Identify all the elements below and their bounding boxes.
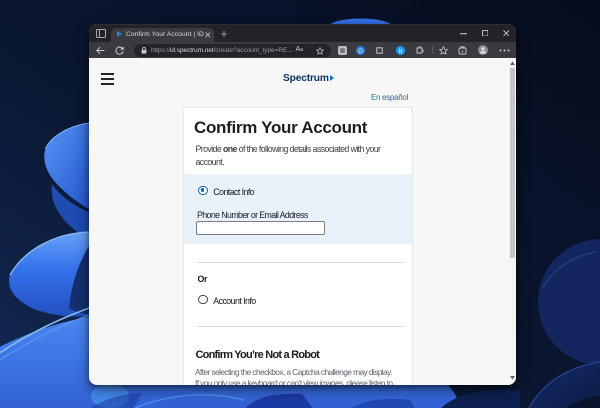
svg-text:b: b	[398, 47, 402, 54]
svg-text:G: G	[358, 47, 363, 54]
svg-text:+: +	[461, 48, 464, 54]
